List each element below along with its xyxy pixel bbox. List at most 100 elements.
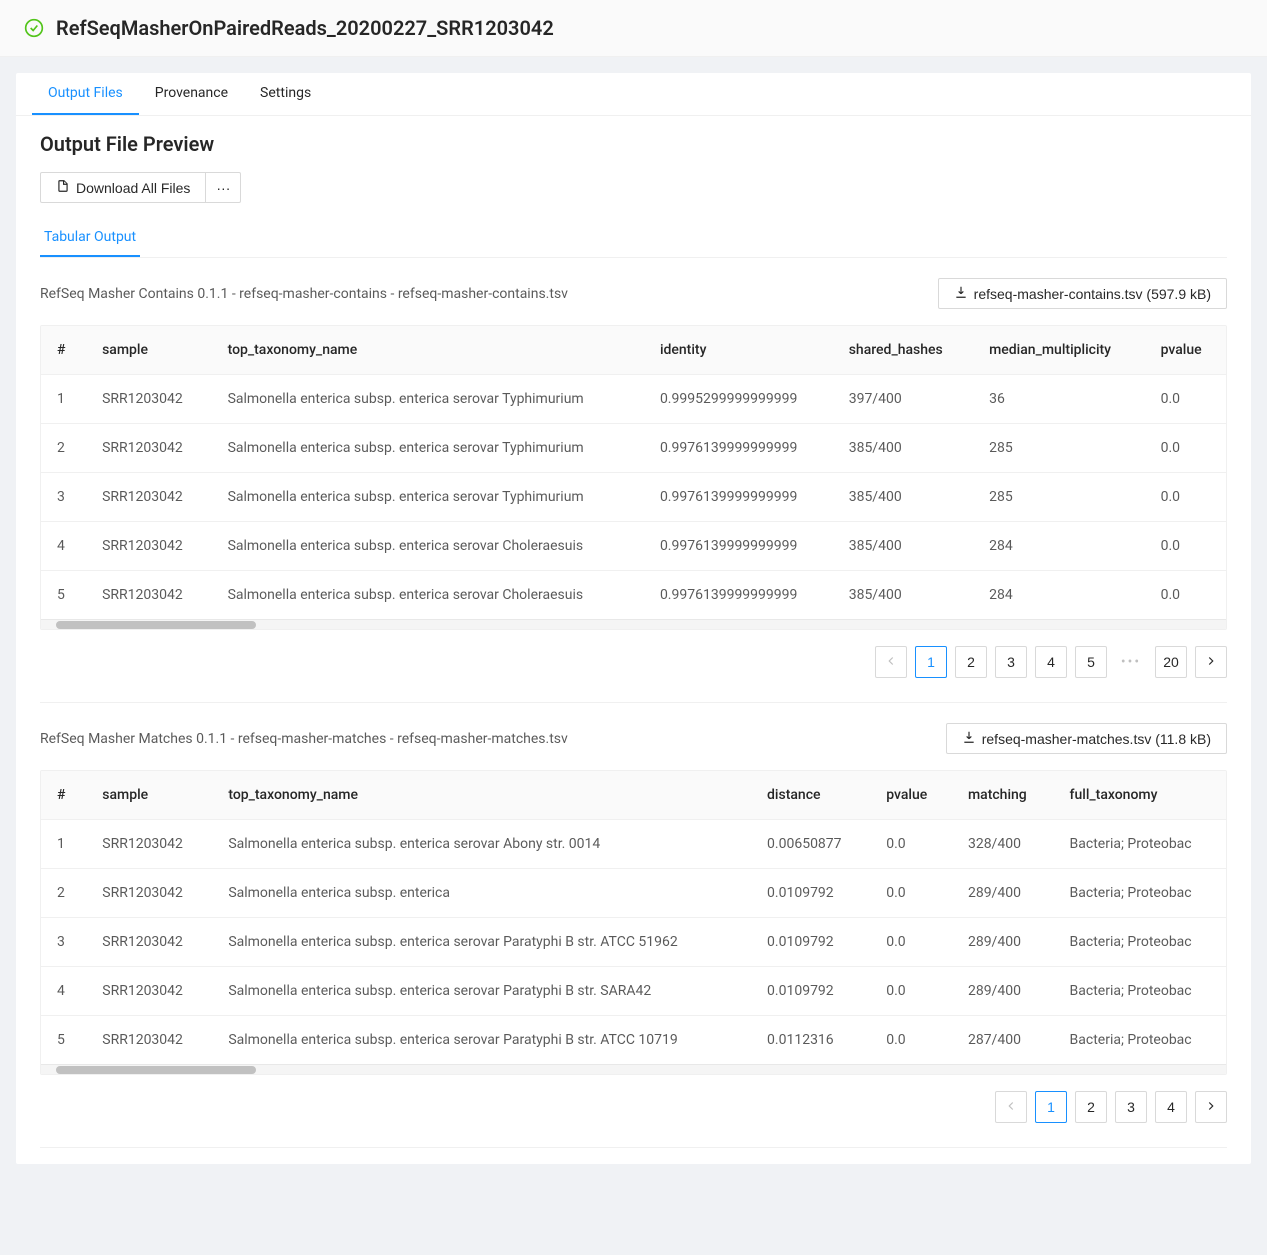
- cell-identity: 0.9995299999999999: [644, 375, 833, 424]
- page-title: RefSeqMasherOnPairedReads_20200227_SRR12…: [56, 16, 554, 40]
- table-row: 1SRR1203042Salmonella enterica subsp. en…: [41, 375, 1226, 424]
- cell-distance: 0.0109792: [751, 967, 870, 1016]
- cell-sample: SRR1203042: [86, 1016, 212, 1065]
- tab-output-files[interactable]: Output Files: [32, 73, 139, 115]
- page-2-button[interactable]: 2: [1075, 1091, 1107, 1123]
- cell-sample: SRR1203042: [86, 424, 212, 473]
- subtab-tabular-output[interactable]: Tabular Output: [40, 219, 140, 257]
- page-5-button[interactable]: 5: [1075, 646, 1107, 678]
- contains-download-button[interactable]: refseq-masher-contains.tsv (597.9 kB): [938, 278, 1227, 309]
- cell-shared: 385/400: [833, 473, 973, 522]
- content-card: Output Files Provenance Settings Output …: [16, 73, 1251, 1164]
- tab-settings[interactable]: Settings: [244, 73, 327, 115]
- tab-provenance[interactable]: Provenance: [139, 73, 244, 115]
- page-ellipsis[interactable]: •••: [1115, 646, 1147, 678]
- table-row: 5SRR1203042Salmonella enterica subsp. en…: [41, 1016, 1226, 1065]
- table-row: 1SRR1203042Salmonella enterica subsp. en…: [41, 820, 1226, 869]
- contains-table-header: RefSeq Masher Contains 0.1.1 - refseq-ma…: [40, 278, 1227, 309]
- table-row: 3SRR1203042Salmonella enterica subsp. en…: [41, 473, 1226, 522]
- cell-pvalue: 0.0: [870, 820, 952, 869]
- matches-pagination: 1 2 3 4: [40, 1091, 1227, 1123]
- table-row: 4SRR1203042Salmonella enterica subsp. en…: [41, 522, 1226, 571]
- table-row: 5SRR1203042Salmonella enterica subsp. en…: [41, 571, 1226, 620]
- col-median: median_multiplicity: [973, 326, 1145, 375]
- cell-full: Bacteria; Proteobac: [1054, 1016, 1226, 1065]
- col-tax: top_taxonomy_name: [212, 771, 751, 820]
- download-icon: [962, 730, 976, 747]
- cell-pvalue: 0.0: [870, 918, 952, 967]
- cell-n: 5: [41, 571, 86, 620]
- cell-distance: 0.00650877: [751, 820, 870, 869]
- cell-sample: SRR1203042: [86, 473, 212, 522]
- page-3-button[interactable]: 3: [995, 646, 1027, 678]
- cell-tax: Salmonella enterica subsp. enterica sero…: [212, 375, 644, 424]
- horizontal-scrollbar[interactable]: [41, 1064, 1226, 1074]
- page-4-button[interactable]: 4: [1035, 646, 1067, 678]
- cell-identity: 0.9976139999999999: [644, 424, 833, 473]
- cell-median: 284: [973, 522, 1145, 571]
- table-row: 3SRR1203042Salmonella enterica subsp. en…: [41, 918, 1226, 967]
- cell-tax: Salmonella enterica subsp. enterica sero…: [212, 967, 751, 1016]
- page-2-button[interactable]: 2: [955, 646, 987, 678]
- download-button-row: Download All Files ···: [40, 172, 1227, 203]
- output-section: Output File Preview Download All Files ·…: [16, 116, 1251, 1164]
- download-all-button[interactable]: Download All Files: [40, 172, 206, 203]
- page-last-button[interactable]: 20: [1155, 646, 1187, 678]
- cell-shared: 385/400: [833, 571, 973, 620]
- prev-page-button[interactable]: [995, 1091, 1027, 1123]
- page-header: RefSeqMasherOnPairedReads_20200227_SRR12…: [0, 0, 1267, 57]
- matches-download-button[interactable]: refseq-masher-matches.tsv (11.8 kB): [946, 723, 1227, 754]
- cell-sample: SRR1203042: [86, 820, 212, 869]
- page-1-button[interactable]: 1: [915, 646, 947, 678]
- next-page-button[interactable]: [1195, 1091, 1227, 1123]
- cell-sample: SRR1203042: [86, 869, 212, 918]
- contains-table: # sample top_taxonomy_name identity shar…: [41, 326, 1226, 619]
- main-tabs: Output Files Provenance Settings: [16, 73, 1251, 116]
- chevron-left-icon: [1004, 1099, 1018, 1116]
- cell-full: Bacteria; Proteobac: [1054, 820, 1226, 869]
- scrollbar-thumb[interactable]: [56, 621, 256, 629]
- page-1-button[interactable]: 1: [1035, 1091, 1067, 1123]
- output-subtabs: Tabular Output: [40, 219, 1227, 258]
- file-icon: [56, 179, 70, 196]
- table-row: 4SRR1203042Salmonella enterica subsp. en…: [41, 967, 1226, 1016]
- col-num: #: [41, 326, 86, 375]
- matches-table-wrap[interactable]: # sample top_taxonomy_name distance pval…: [40, 770, 1227, 1075]
- cell-pvalue: 0.0: [1145, 424, 1226, 473]
- cell-n: 2: [41, 424, 86, 473]
- horizontal-scrollbar[interactable]: [41, 619, 1226, 629]
- cell-n: 5: [41, 1016, 86, 1065]
- cell-distance: 0.0109792: [751, 918, 870, 967]
- col-pvalue: pvalue: [1145, 326, 1226, 375]
- table-row: 2SRR1203042Salmonella enterica subsp. en…: [41, 869, 1226, 918]
- cell-median: 284: [973, 571, 1145, 620]
- cell-matching: 289/400: [952, 869, 1054, 918]
- matches-download-label: refseq-masher-matches.tsv (11.8 kB): [982, 731, 1211, 747]
- cell-median: 36: [973, 375, 1145, 424]
- more-options-button[interactable]: ···: [206, 172, 241, 203]
- cell-distance: 0.0112316: [751, 1016, 870, 1065]
- col-matching: matching: [952, 771, 1054, 820]
- next-page-button[interactable]: [1195, 646, 1227, 678]
- prev-page-button[interactable]: [875, 646, 907, 678]
- download-icon: [954, 285, 968, 302]
- cell-tax: Salmonella enterica subsp. enterica: [212, 869, 751, 918]
- col-tax: top_taxonomy_name: [212, 326, 644, 375]
- cell-tax: Salmonella enterica subsp. enterica sero…: [212, 473, 644, 522]
- col-shared: shared_hashes: [833, 326, 973, 375]
- scrollbar-thumb[interactable]: [56, 1066, 256, 1074]
- page-4-button[interactable]: 4: [1155, 1091, 1187, 1123]
- page-3-button[interactable]: 3: [1115, 1091, 1147, 1123]
- cell-n: 4: [41, 522, 86, 571]
- cell-shared: 385/400: [833, 522, 973, 571]
- cell-n: 1: [41, 820, 86, 869]
- cell-matching: 328/400: [952, 820, 1054, 869]
- cell-shared: 397/400: [833, 375, 973, 424]
- cell-full: Bacteria; Proteobac: [1054, 869, 1226, 918]
- cell-n: 4: [41, 967, 86, 1016]
- matches-table-header: RefSeq Masher Matches 0.1.1 - refseq-mas…: [40, 723, 1227, 754]
- section-heading: Output File Preview: [40, 132, 1227, 156]
- cell-shared: 385/400: [833, 424, 973, 473]
- contains-download-label: refseq-masher-contains.tsv (597.9 kB): [974, 286, 1211, 302]
- contains-table-wrap[interactable]: # sample top_taxonomy_name identity shar…: [40, 325, 1227, 630]
